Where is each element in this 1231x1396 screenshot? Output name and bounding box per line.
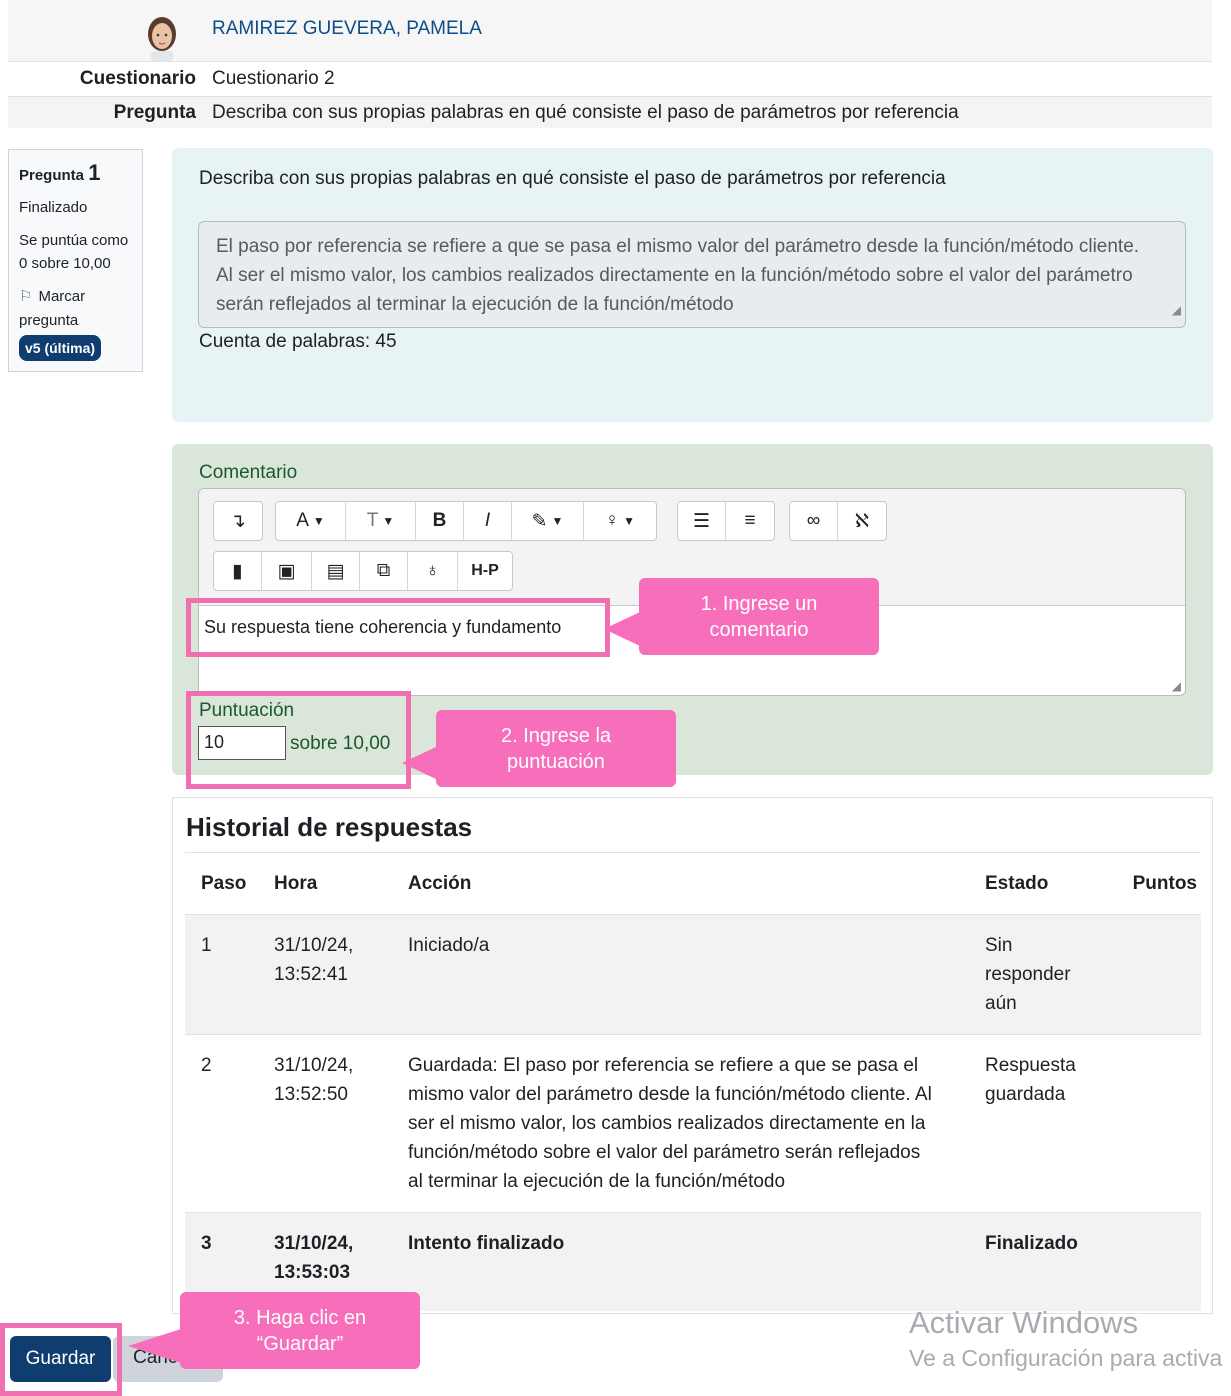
response-history: Historial de respuestas Paso Hora Acción… [172,797,1213,1314]
indent-icon[interactable]: ↴ [214,502,262,540]
bold-icon[interactable]: B [416,502,464,540]
flag-question-link[interactable]: ⚐ Marcar pregunta v5 (última) [19,285,132,361]
windows-activation-title: Activar Windows [909,1305,1139,1340]
history-table: Paso Hora Acción Estado Puntos 1 31/10/2… [185,853,1201,1311]
link-icon[interactable]: ∞ [790,502,838,540]
image-icon[interactable]: ▣ [262,552,312,590]
windows-activation-text: Ve a Configuración para activa [909,1345,1223,1371]
version-badge: v5 (última) [19,335,102,361]
callout-step-2: 2. Ingrese la puntuación [436,710,676,787]
highlight-icon[interactable]: ✎ ▼ [512,502,584,540]
question-label: Pregunta [113,101,196,123]
font-size-icon[interactable]: T ▼ [346,502,416,540]
lightbulb-icon[interactable]: ♀ ▼ [584,502,656,540]
resize-grip-icon[interactable]: ◢ [1172,296,1181,325]
question-text: Describa con sus propias palabras en qué… [199,168,946,189]
copy-icon[interactable]: ⧉ [360,552,408,590]
question-number-label: Pregunta 1 [19,160,101,185]
table-row: 1 31/10/24, 13:52:41 Iniciado/a Sin respon… [185,915,1201,1035]
question-info-panel: Pregunta 1 Finalizado Se puntúa como 0 s… [8,149,143,372]
attempt-summary-header: RAMIREZ GUEVERA, PAMELA Cuestionario Cue… [8,0,1212,128]
word-count: Cuenta de palabras: 45 [199,331,397,352]
comment-label: Comentario [199,462,298,483]
question-grade: Se puntúa como 0 sobre 10,00 [19,232,129,272]
resize-grip-icon[interactable]: ◢ [1172,679,1181,693]
student-name[interactable]: RAMIREZ GUEVERA, PAMELA [204,0,1212,40]
quiz-label: Cuestionario [79,68,196,89]
question-formulation: Describa con sus propias palabras en qué… [172,148,1213,422]
microphone-icon[interactable]: ♁ [408,552,458,590]
comment-highlight [186,598,610,657]
history-title: Historial de respuestas [186,812,473,842]
student-row: RAMIREZ GUEVERA, PAMELA [8,0,1212,61]
question-value: Describa con sus propias palabras en qué… [212,101,959,123]
h5p-icon[interactable]: H-P [458,552,512,590]
file-icon[interactable]: ▤ [312,552,360,590]
paste-icon[interactable]: ▮ [214,552,262,590]
question-number: 1 [88,160,101,185]
save-highlight [0,1323,122,1396]
unlink-icon[interactable]: ℵ [838,502,886,540]
flag-icon: ⚐ [19,288,33,305]
table-row: 2 31/10/24, 13:52:50 Guardada: El paso po… [185,1035,1201,1213]
quiz-value: Cuestionario 2 [212,68,335,89]
bullet-list-icon[interactable]: ☰ [678,502,726,540]
avatar [148,17,176,61]
italic-icon[interactable]: I [464,502,512,540]
quiz-row: Cuestionario Cuestionario 2 [8,61,1212,96]
numbered-list-icon[interactable]: ≡ [726,502,774,540]
font-color-icon[interactable]: A ▼ [276,502,346,540]
callout-step-3: 3. Haga clic en “Guardar” [180,1292,420,1369]
score-highlight [186,691,411,789]
question-state: Finalizado [19,199,88,216]
callout-step-1: 1. Ingrese un comentario [639,578,879,655]
student-answer-box: El paso por referencia se refiere a que … [198,221,1186,328]
question-row: Pregunta Describa con sus propias palabr… [8,96,1212,128]
table-header: Paso Hora Acción Estado Puntos [185,853,1201,915]
